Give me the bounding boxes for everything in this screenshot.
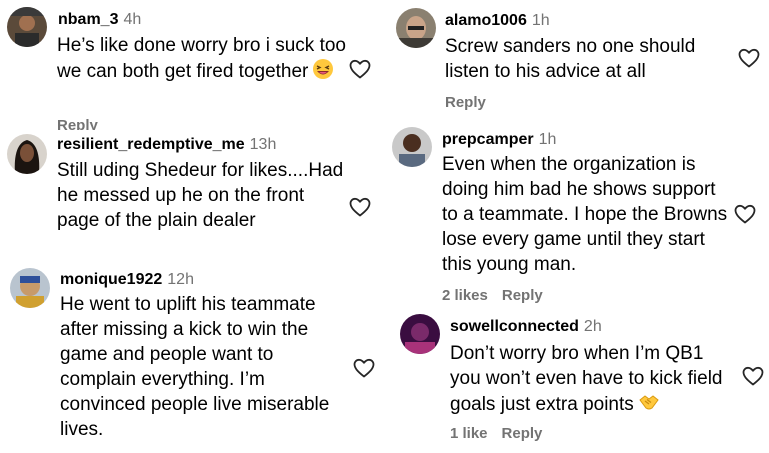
timestamp: 4h [123, 11, 142, 28]
comment-text: Even when the organization is doing him … [442, 154, 728, 275]
likes-count[interactable]: 2 likes [442, 287, 488, 304]
comment-item: monique1922 12h He went to uplift his tea… [0, 262, 384, 453]
comment-text: Still uding Shedeur for likes....Had he … [57, 160, 344, 231]
avatar[interactable] [7, 134, 47, 174]
comment-meta: nbam_3 4h [58, 10, 141, 30]
like-heart-icon[interactable] [741, 364, 765, 388]
avatar[interactable] [392, 127, 432, 167]
comment-text: He went to uplift his teammate after mis… [60, 294, 330, 440]
timestamp: 12h [167, 271, 194, 288]
comment-item: prepcamper 1h Even when the organization … [384, 122, 769, 312]
comment-meta: prepcamper 1h [442, 130, 556, 150]
avatar[interactable] [7, 7, 47, 47]
comment-item: sowellconnected 2h Don’t worry bro when I… [384, 312, 769, 453]
like-heart-icon[interactable] [352, 356, 376, 380]
comments-column-left: nbam_3 4h He’s like done worry bro i suck… [0, 0, 384, 453]
likes-count[interactable]: 1 like [450, 425, 488, 442]
username[interactable]: monique1922 [60, 271, 162, 288]
timestamp: 2h [583, 318, 602, 335]
comment-item: nbam_3 4h He’s like done worry bro i suck… [0, 0, 384, 134]
comment-meta: sowellconnected 2h [450, 317, 602, 337]
username[interactable]: resilient_redemptive_me [57, 136, 245, 153]
like-heart-icon[interactable] [348, 195, 372, 219]
comment-meta: alamo1006 1h [445, 11, 550, 31]
comment-actions: Reply [445, 94, 486, 111]
reply-button[interactable]: Reply [502, 425, 543, 442]
like-heart-icon[interactable] [733, 202, 757, 226]
like-heart-icon[interactable] [737, 46, 761, 70]
comment-actions: 1 like Reply [450, 425, 542, 442]
comment-text-content: Don’t worry bro when I’m QB1 you won’t e… [450, 343, 723, 415]
comment-text-content: He’s like done worry bro i suck too we c… [57, 35, 346, 82]
comment-text: Don’t worry bro when I’m QB1 you won’t e… [450, 341, 730, 420]
username[interactable]: nbam_3 [58, 11, 118, 28]
reply-button[interactable]: Reply [502, 287, 543, 304]
avatar[interactable] [400, 314, 440, 354]
avatar[interactable] [10, 268, 50, 308]
comment-text: Screw sanders no one should listen to hi… [445, 36, 696, 82]
comments-column-right: alamo1006 1h Screw sanders no one should … [384, 0, 769, 453]
comment-actions: 2 likes Reply [442, 287, 543, 304]
reply-button[interactable]: Reply [445, 94, 486, 111]
comment-meta: monique1922 12h [60, 270, 194, 290]
timestamp: 1h [531, 12, 550, 29]
comment-meta: resilient_redemptive_me 13h [57, 135, 276, 155]
username[interactable]: sowellconnected [450, 318, 579, 335]
username[interactable]: alamo1006 [445, 12, 527, 29]
grinning-squinting-face-icon [312, 58, 334, 87]
handshake-icon [638, 391, 660, 420]
avatar[interactable] [396, 8, 436, 48]
username[interactable]: prepcamper [442, 131, 534, 148]
comment-text: He’s like done worry bro i suck too we c… [57, 33, 347, 87]
timestamp: 13h [249, 136, 277, 153]
comment-item: resilient_redemptive_me 13h Still uding S… [0, 130, 384, 260]
like-heart-icon[interactable] [348, 57, 372, 81]
timestamp: 1h [538, 131, 557, 148]
comment-item: alamo1006 1h Screw sanders no one should … [384, 0, 769, 122]
